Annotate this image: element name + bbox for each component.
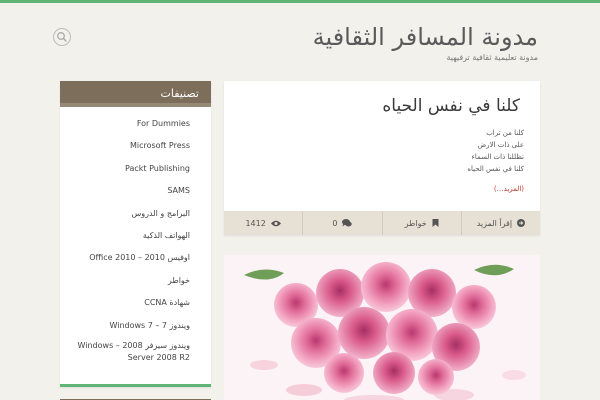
post-views: 1412: [224, 211, 302, 235]
category-link[interactable]: For Dummies: [137, 119, 190, 128]
category-link[interactable]: خواطر: [168, 276, 190, 285]
post-meta-bar: إقرأ المزيد خواطر 0 1412: [224, 211, 540, 235]
category-item: اوفيس 2010 – Office 2010: [60, 247, 211, 269]
category-link[interactable]: SAMS: [167, 186, 190, 195]
category-link[interactable]: شهادة CCNA: [144, 298, 190, 307]
category-link[interactable]: الهواتف الذكية: [143, 231, 190, 240]
category-item: Packt Publishing: [60, 158, 211, 180]
category-link[interactable]: ويندوز 7 – Windows 7: [109, 321, 190, 330]
comments-icon: [342, 219, 353, 227]
category-item: شهادة CCNA: [60, 292, 211, 314]
category-item: خواطر: [60, 270, 211, 292]
view-count: 1412: [245, 218, 266, 228]
category-item: For Dummies: [60, 113, 211, 135]
category-link[interactable]: اوفيس 2010 – Office 2010: [89, 253, 190, 262]
post-category[interactable]: خواطر: [381, 211, 461, 235]
excerpt-line: كلنا في نفس الحياه: [467, 165, 524, 173]
site-tagline: مدونة تعليمية ثقافية ترفيهية: [446, 53, 538, 62]
search-icon: [57, 32, 67, 42]
comment-count: 0: [332, 218, 338, 228]
category-item: SAMS: [60, 180, 211, 202]
category-link[interactable]: Packt Publishing: [125, 164, 190, 173]
widget-heading: تصنيفات: [60, 81, 211, 107]
category-item: ويندوز 7 – Windows 7: [60, 315, 211, 337]
categories-widget: تصنيفات For Dummies Microsoft Press Pack…: [60, 81, 211, 387]
post-comments[interactable]: 0: [302, 211, 381, 235]
more-link[interactable]: (المزيد…): [494, 185, 524, 193]
category-item: ويندوز سيرفر 2008 – Windows Server 2008 …: [60, 337, 211, 367]
eye-icon: [270, 220, 281, 226]
pink-roses-image: [224, 255, 540, 400]
excerpt-line: تظللنا ذات السماء: [471, 153, 524, 161]
read-more-label: إقرأ المزيد: [476, 218, 513, 228]
excerpt-line: على ذات الارض: [477, 141, 524, 149]
post-title[interactable]: كلنا في نفس الحياه: [382, 96, 520, 116]
bookmark-icon: [432, 219, 439, 227]
category-item: البرامج و الدروس: [60, 203, 211, 225]
category-label: خواطر: [404, 218, 427, 228]
category-link[interactable]: Microsoft Press: [130, 141, 190, 150]
search-button[interactable]: [53, 28, 71, 46]
category-link[interactable]: البرامج و الدروس: [132, 209, 190, 218]
post-excerpt: كلنا من تراب على ذات الارض تظللنا ذات ال…: [467, 127, 524, 175]
category-item: الهواتف الذكية: [60, 225, 211, 247]
category-list: For Dummies Microsoft Press Packt Publis…: [60, 107, 211, 367]
post-featured-image[interactable]: [224, 255, 540, 400]
category-item: Microsoft Press: [60, 135, 211, 157]
arrow-circle-icon: [517, 219, 526, 227]
excerpt-line: كلنا من تراب: [486, 129, 524, 137]
site-title[interactable]: مدونة المسافر الثقافية: [313, 23, 538, 51]
post-card: كلنا في نفس الحياه كلنا من تراب على ذات …: [224, 81, 540, 235]
read-more-button[interactable]: إقرأ المزيد: [460, 211, 540, 235]
category-link[interactable]: ويندوز سيرفر 2008 – Windows Server 2008 …: [78, 341, 190, 362]
site-header: مدونة المسافر الثقافية مدونة تعليمية ثقا…: [0, 3, 600, 73]
